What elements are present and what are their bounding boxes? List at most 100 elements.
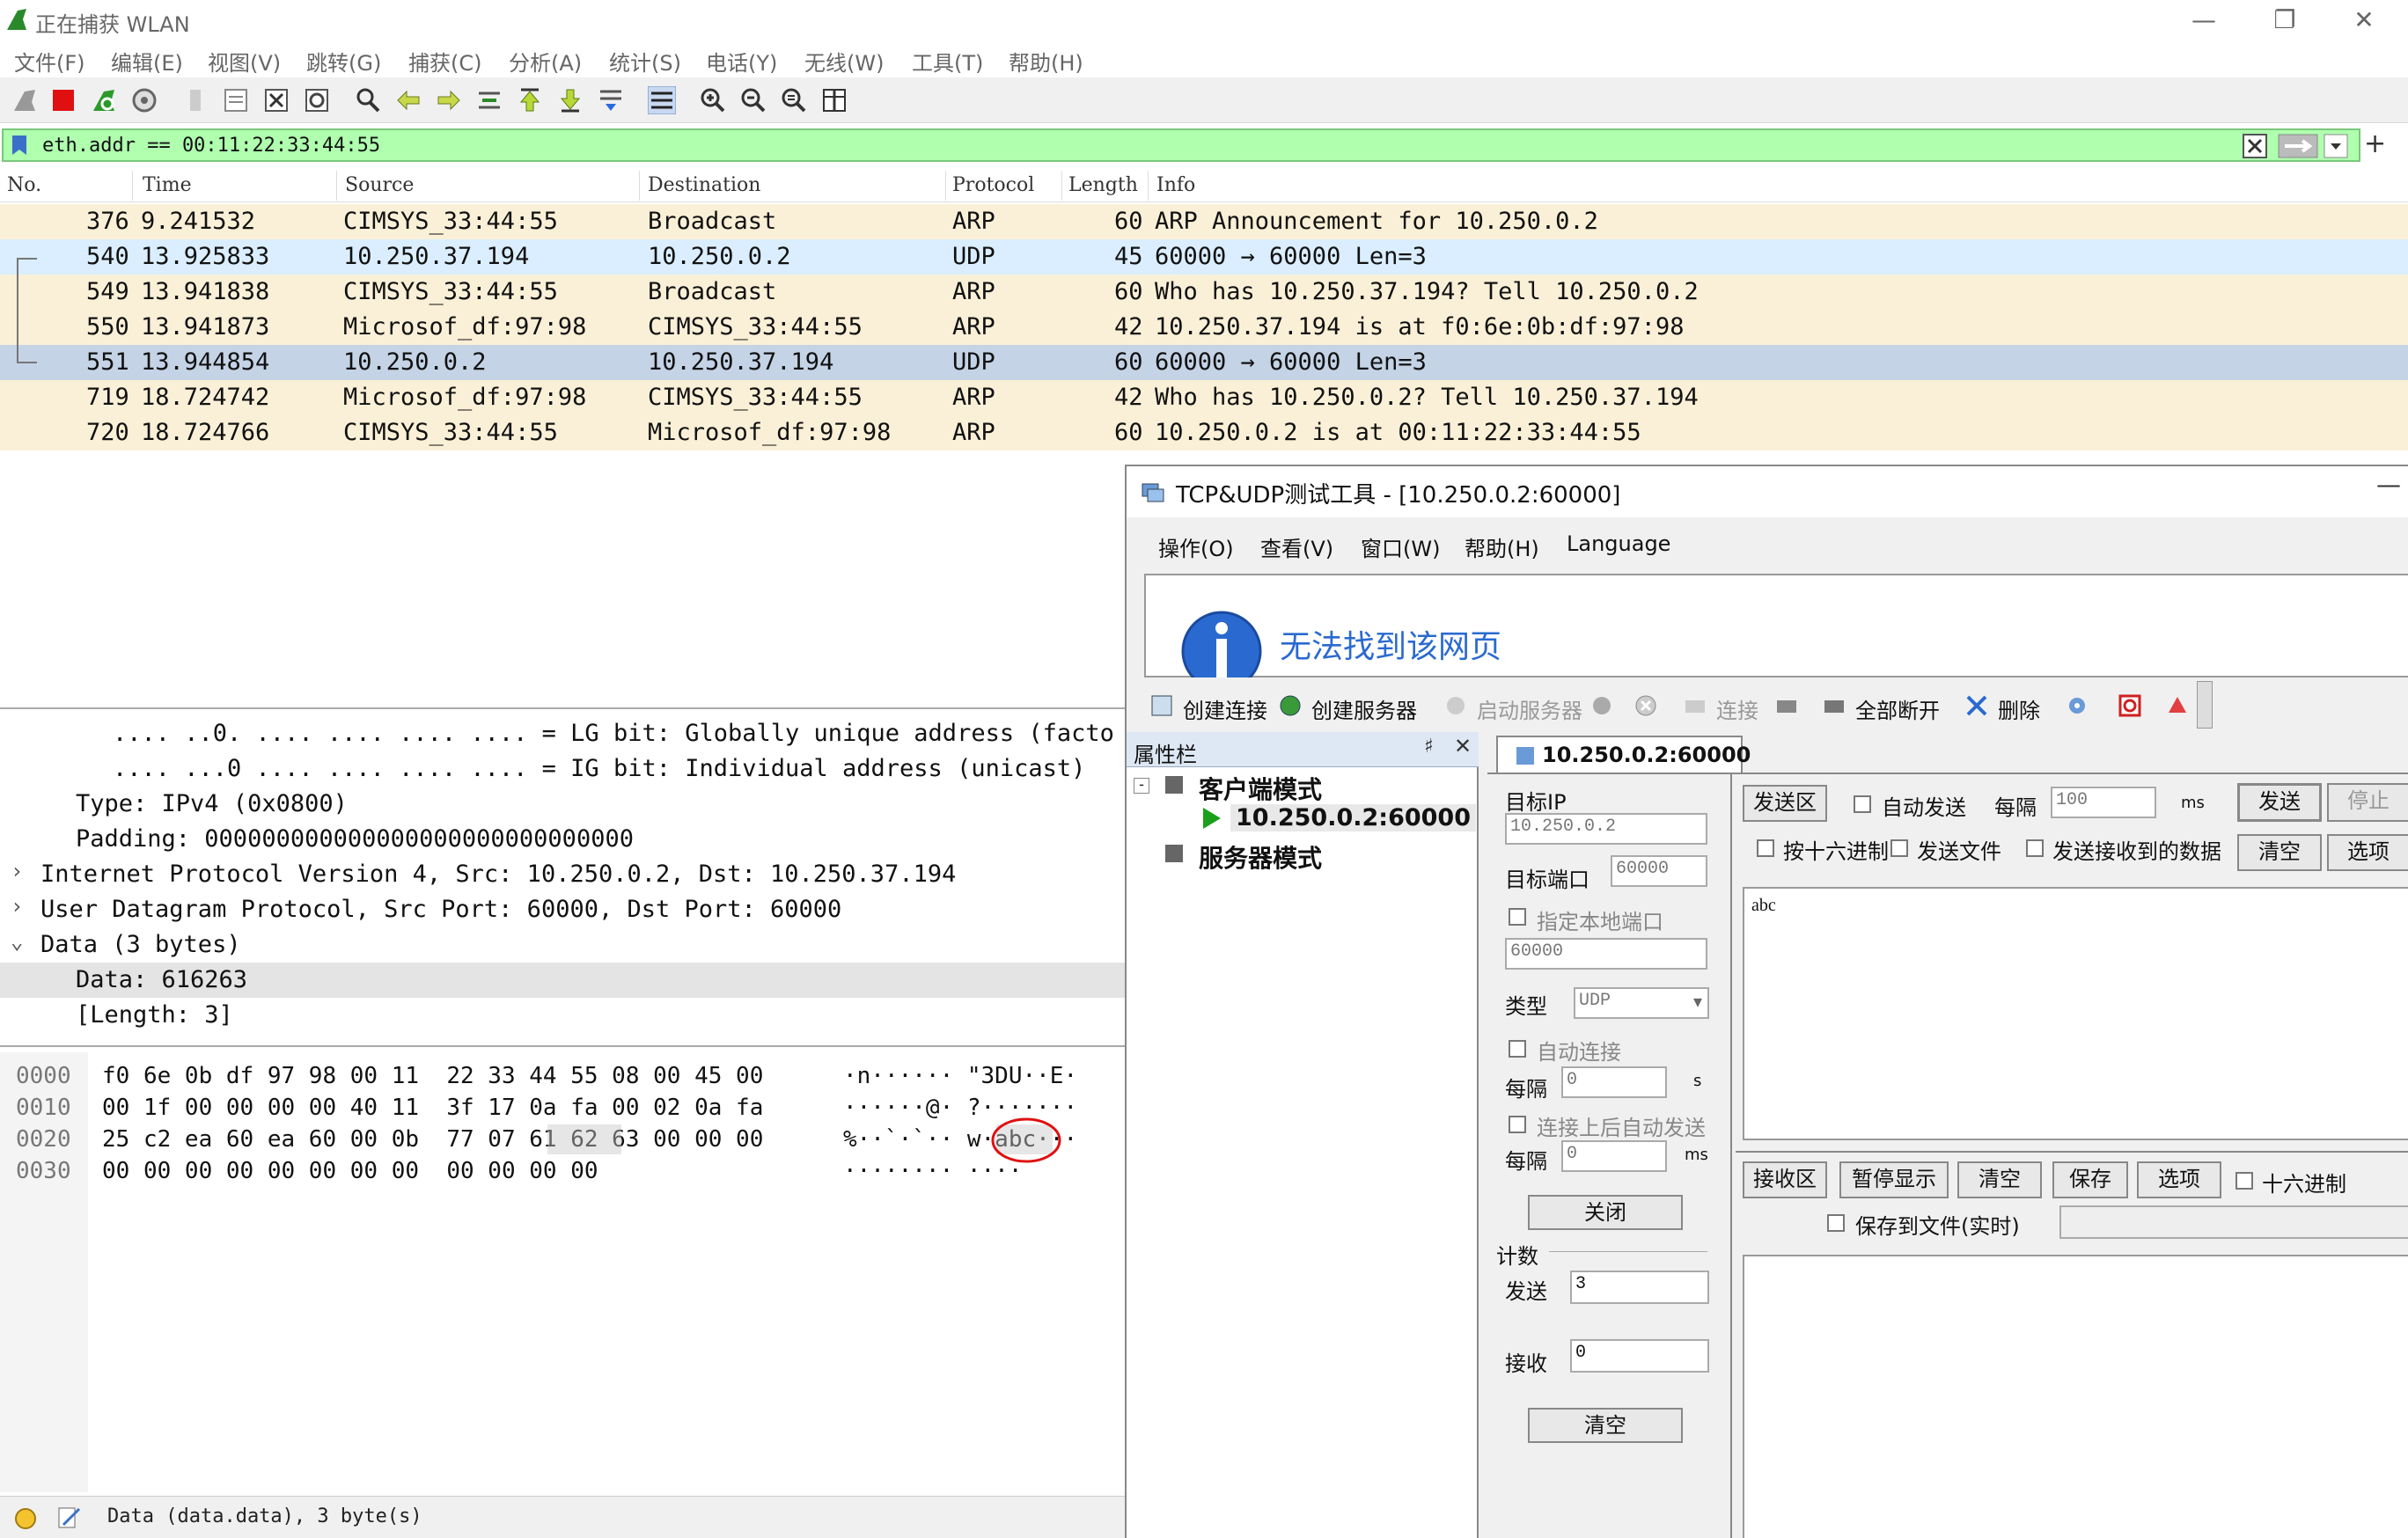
local-port-checkbox[interactable] (1509, 908, 1526, 926)
disconnect-all-icon[interactable] (1822, 693, 1846, 718)
normal-size-icon[interactable] (780, 86, 808, 114)
save-file-checkbox[interactable] (1827, 1214, 1845, 1232)
packet-row[interactable]: 550 13.941873 Microsof_df:97:98 CIMSYS_33:4… (0, 310, 2408, 345)
auto-scroll-icon[interactable] (597, 86, 625, 114)
send-recv-checkbox[interactable] (2026, 839, 2044, 857)
colorize-icon[interactable] (648, 86, 676, 114)
col-protocol[interactable]: Protocol (952, 174, 1034, 196)
clear-send-button[interactable]: 清空 (2237, 834, 2322, 871)
sent-count-input[interactable]: 3 (1570, 1271, 1709, 1304)
save-recv-button[interactable]: 保存 (2052, 1161, 2128, 1198)
recv-options-button[interactable]: 选项 (2137, 1161, 2221, 1198)
send-options-button[interactable]: 选项 (2327, 834, 2408, 871)
col-destination[interactable]: Destination (648, 174, 760, 196)
go-forward-icon[interactable] (435, 86, 463, 114)
type-select[interactable]: UDP ▾ (1574, 987, 1709, 1019)
panel-close-icon[interactable]: ✕ (1454, 734, 1472, 758)
menu-analyze[interactable]: 分析(A) (509, 46, 582, 77)
disconnect-all-button[interactable]: 全部断开 (1855, 693, 1940, 724)
clear-recv-button[interactable]: 清空 (1957, 1161, 2042, 1198)
connect-icon[interactable] (1683, 693, 1707, 718)
resize-columns-icon[interactable] (820, 86, 848, 114)
minimize-button[interactable]: — (2177, 4, 2230, 37)
send-area-tab[interactable]: 发送区 (1743, 785, 1827, 822)
every-input[interactable]: 100 (2051, 787, 2156, 818)
detail-data[interactable]: ⌄ Data (3 bytes) (0, 927, 1127, 963)
bytes-line[interactable]: 0000 f0 6e 0b df 97 98 00 11 22 33 44 55 … (0, 1061, 1127, 1093)
tab-active[interactable]: 10.250.0.2:60000 (1496, 736, 1751, 773)
auto-send-checkbox[interactable] (1854, 795, 1871, 813)
tree-server-mode[interactable]: 服务器模式 (1199, 839, 1322, 875)
col-no[interactable]: No. (7, 174, 41, 196)
create-connection-button[interactable]: 创建连接 (1183, 693, 1267, 724)
packet-row-selected[interactable]: 551 13.944854 10.250.0.2 10.250.37.194 UDP 60… (0, 345, 2408, 380)
detail-line[interactable]: Type: IPv4 (0x0800) (0, 787, 1127, 822)
send-button[interactable]: 发送 (2237, 783, 2322, 822)
packet-row[interactable]: 540 13.925833 10.250.37.194 10.250.0.2 UDP 45… (0, 239, 2408, 275)
expert-info-icon[interactable] (14, 1507, 37, 1530)
col-source[interactable]: Source (345, 174, 414, 196)
send-file-checkbox[interactable] (1890, 839, 1908, 857)
packet-row[interactable]: 720 18.724766 CIMSYS_33:44:55 Microsof_df:9… (0, 415, 2408, 450)
disconnect-connection-icon[interactable] (1774, 693, 1799, 718)
bytes-line[interactable]: 0030 00 00 00 00 00 00 00 00 00 00 00 00 ·… (0, 1156, 1127, 1188)
tree-client-item[interactable]: 10.250.0.2:60000 (1230, 804, 1477, 831)
tree-client-mode[interactable]: 客户端模式 (1199, 771, 1322, 806)
edit-comment-icon[interactable] (56, 1505, 81, 1530)
clear-count-button[interactable]: 清空 (1528, 1408, 1683, 1443)
maximize-button[interactable]: ❐ (2258, 4, 2311, 37)
bookmark-icon[interactable] (11, 134, 28, 157)
tool-menu-window[interactable]: 窗口(W) (1361, 531, 1440, 562)
menu-go[interactable]: 跳转(G) (306, 46, 381, 77)
packet-row[interactable]: 719 18.724742 Microsof_df:97:98 CIMSYS_33:4… (0, 380, 2408, 415)
bytes-line[interactable]: 0010 00 1f 00 00 00 00 40 11 3f 17 0a fa … (0, 1093, 1127, 1124)
first-packet-icon[interactable] (516, 86, 544, 114)
col-length[interactable]: Length (1068, 174, 1138, 196)
connect-button[interactable]: 连接 (1716, 693, 1758, 724)
expand-arrow-icon[interactable]: › (11, 859, 23, 883)
clear-filter-icon[interactable] (2243, 134, 2267, 158)
go-back-icon[interactable] (394, 86, 422, 114)
target-ip-input[interactable]: 10.250.0.2 (1505, 813, 1707, 845)
stop-capture-icon[interactable] (49, 86, 77, 114)
menu-view[interactable]: 视图(V) (208, 46, 281, 77)
zoom-out-icon[interactable] (739, 86, 767, 114)
tool-menu-operate[interactable]: 操作(O) (1158, 531, 1234, 562)
stop-server-icon[interactable] (1589, 693, 1614, 718)
expand-arrow-icon[interactable]: › (11, 894, 23, 919)
start-server-icon[interactable] (1443, 693, 1468, 718)
last-packet-icon[interactable] (556, 86, 584, 114)
local-port-input[interactable]: 60000 (1505, 938, 1707, 970)
find-packet-icon[interactable] (354, 86, 382, 114)
create-server-button[interactable]: 创建服务器 (1311, 693, 1417, 724)
detail-ip[interactable]: › Internet Protocol Version 4, Src: 10.25… (0, 857, 1127, 892)
detail-data-value[interactable]: Data: 616263 (0, 963, 1127, 998)
zoom-in-icon[interactable] (699, 86, 727, 114)
close-connection-button[interactable]: 关闭 (1528, 1195, 1683, 1230)
menu-wireless[interactable]: 无线(W) (804, 46, 884, 77)
recv-count-input[interactable]: 0 (1570, 1339, 1709, 1373)
send-text-area[interactable]: abc (1743, 887, 2408, 1140)
capture-options-icon[interactable] (130, 86, 158, 114)
menu-edit[interactable]: 编辑(E) (111, 46, 183, 77)
delete-button[interactable]: 删除 (1998, 693, 2040, 724)
toolbar-overflow[interactable] (2197, 681, 2213, 729)
display-filter-input[interactable]: eth.addr == 00:11:22:33:44:55 (42, 135, 380, 157)
close-button[interactable]: ✕ (2338, 4, 2390, 37)
menu-statistics[interactable]: 统计(S) (609, 46, 681, 77)
interval2-input[interactable]: 0 (1561, 1140, 1667, 1172)
menu-capture[interactable]: 捕获(C) (408, 46, 481, 77)
tool-minimize-button[interactable]: — (2376, 470, 2401, 499)
stop-button[interactable]: 停止 (2327, 783, 2408, 822)
tool-menu-language[interactable]: Language (1567, 531, 1670, 556)
collapse-arrow-icon[interactable]: ⌄ (11, 929, 23, 954)
detail-line[interactable]: Padding: 000000000000000000000000000000 (0, 822, 1127, 857)
tree-collapse-icon[interactable]: - (1134, 778, 1149, 794)
go-to-packet-icon[interactable] (475, 86, 503, 114)
detail-data-length[interactable]: [Length: 3] (0, 998, 1127, 1033)
packet-row[interactable]: 549 13.941838 CIMSYS_33:44:55 Broadcast ARP 6… (0, 275, 2408, 310)
pause-display-button[interactable]: 暂停显示 (1839, 1161, 1949, 1198)
detail-line[interactable]: .... ...0 .... .... .... .... = IG bit: … (0, 751, 1127, 787)
menu-help[interactable]: 帮助(H) (1009, 46, 1083, 77)
disconnect-icon[interactable] (1633, 693, 1658, 718)
